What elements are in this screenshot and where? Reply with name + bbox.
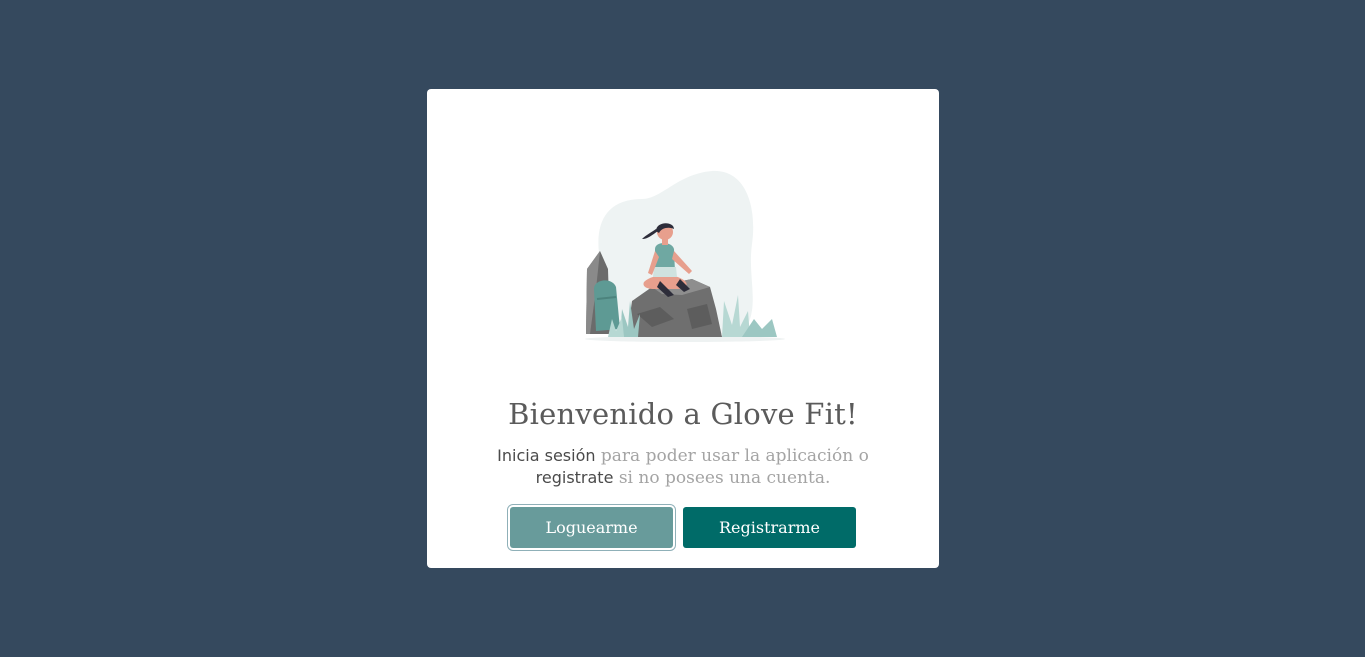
meditation-illustration-icon — [585, 170, 785, 342]
login-button[interactable]: Loguearme — [510, 507, 673, 548]
register-button[interactable]: Registrarme — [683, 507, 856, 548]
subtitle-text-1: para poder usar la aplicación o — [595, 446, 869, 466]
register-strong-text: registrate — [535, 468, 614, 487]
welcome-modal: Bienvenido a Glove Fit! Inicia sesión pa… — [427, 89, 939, 568]
welcome-title: Bienvenido a Glove Fit! — [508, 397, 858, 431]
login-strong-text: Inicia sesión — [497, 446, 596, 465]
subtitle-text-2: si no posees una cuenta. — [613, 468, 831, 488]
welcome-subtitle: Inicia sesión para poder usar la aplicac… — [427, 445, 939, 489]
